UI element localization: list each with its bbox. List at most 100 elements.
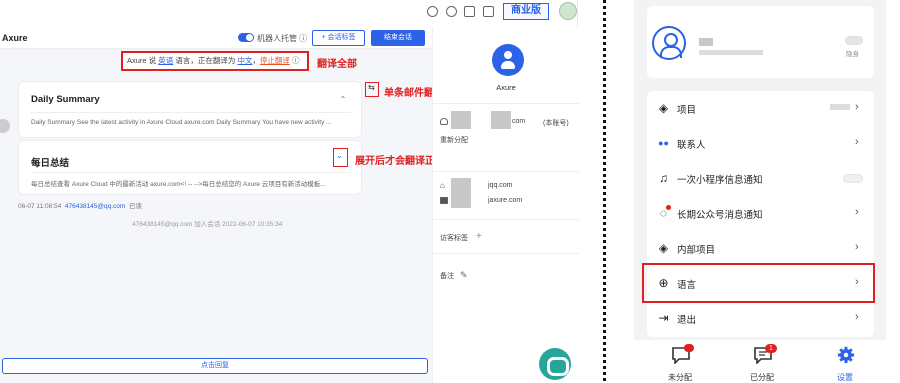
card-divider — [31, 112, 351, 113]
edit-note-icon[interactable]: ✎ — [460, 270, 468, 281]
contacts-icon: ●● — [658, 138, 669, 148]
menu-label: 内部项目 — [677, 245, 716, 256]
message-title: Daily Summary — [31, 94, 100, 105]
chevron-right-icon: › — [855, 206, 859, 218]
redacted-subtitle — [699, 50, 763, 55]
robot-toggle[interactable] — [238, 33, 254, 42]
info-divider — [433, 219, 579, 220]
mail-icon — [440, 197, 448, 204]
reassign-link[interactable]: 重新分配 — [440, 135, 468, 145]
bell-icon: ♫ — [659, 171, 668, 185]
badge — [684, 344, 694, 352]
document-icon[interactable] — [483, 6, 494, 17]
translate-prefix: Axure 说 — [127, 56, 159, 65]
copy-icon[interactable] — [464, 6, 475, 17]
menu-value — [830, 104, 850, 110]
red-dot — [666, 205, 671, 210]
translate-single-button[interactable]: ⇆ — [365, 82, 379, 97]
translation-bar: Axure 说 英语 语言，正在翻译为 中文，停止翻译 ⓘ — [121, 51, 309, 71]
tab-label: 未分配 — [668, 373, 692, 382]
account-suffix: com — [512, 118, 526, 125]
layers-icon: ◈ — [658, 241, 669, 255]
translate-sep: ， — [252, 56, 260, 65]
layers-icon: ◈ — [658, 101, 669, 115]
clock-icon[interactable] — [427, 6, 438, 17]
redacted-email1 — [451, 178, 471, 190]
chat-pane: Axure 机器人托管 ⓘ + 会话标签 结束会话 Daily Summary … — [0, 27, 432, 383]
email-2: jaxure.com — [488, 197, 523, 204]
info-icon: ⓘ — [289, 56, 300, 65]
message-time: 06-07 11:08:54 — [18, 203, 62, 210]
menu-label: 项目 — [677, 105, 697, 116]
menu-item-projects[interactable]: ◈ 项目 › — [647, 91, 874, 126]
info-divider — [433, 171, 579, 172]
tab-settings[interactable]: 设置 — [820, 344, 870, 382]
menu-item-miniprogram-notify[interactable]: ♫ 一次小程序信息通知 — [647, 161, 874, 196]
system-notice: 476438145@qq.com 加入会话 2022-06-07 10:35:3… — [132, 221, 283, 228]
chevron-updown-icon: ⌄ — [336, 151, 343, 160]
translate-middle: 语言，正在翻译为 — [173, 56, 238, 65]
redacted-name — [451, 111, 471, 129]
email-1: jqq.com — [488, 182, 513, 189]
stop-translate-link[interactable]: 停止翻译 — [260, 56, 290, 65]
bottom-tabbar: 未分配 1 已分配 设置 — [634, 340, 886, 383]
user-avatar[interactable] — [559, 2, 577, 20]
tab-unassigned[interactable]: 未分配 — [655, 344, 705, 382]
notify-toggle[interactable] — [843, 174, 863, 183]
contrast-icon[interactable] — [446, 6, 457, 17]
tab-label: 已分配 — [750, 373, 774, 382]
source-language-link[interactable]: 英语 — [158, 56, 173, 65]
contact-info-pane: Axure com (本账号) 重新分配 ⌂ jqq.com jaxure.co… — [432, 27, 579, 383]
menu-item-logout[interactable]: ⇥ 退出 › — [647, 301, 874, 336]
redacted-name — [699, 38, 713, 46]
message-body: Daily Summary See the latest activity in… — [31, 119, 332, 126]
location-icon: ⌂ — [440, 181, 445, 190]
chevron-right-icon: › — [855, 311, 859, 323]
chevron-updown-icon[interactable]: ⌃ — [337, 94, 349, 106]
menu-item-official-account-notify[interactable]: ◌ 长期公众号消息通知 › — [647, 196, 874, 231]
language-highlight — [642, 263, 875, 303]
robot-label: 机器人托管 ⓘ — [257, 34, 308, 43]
redacted-account — [491, 111, 511, 129]
chat-title: Axure — [2, 33, 28, 43]
menu-item-internal-projects[interactable]: ◈ 内部项目 › — [647, 231, 874, 266]
menu-label: 长期公众号消息通知 — [677, 210, 763, 221]
logout-icon: ⇥ — [658, 311, 669, 325]
info-divider — [433, 253, 579, 254]
target-language-link[interactable]: 中文 — [237, 56, 252, 65]
menu-label: 退出 — [677, 315, 697, 326]
message-card-translated: 每日总结 每日总结查看 Axure Cloud 中的最新活动 axure.com… — [18, 140, 362, 195]
end-session-button[interactable]: 结束会话 — [371, 30, 425, 46]
annotation-translate-all: 翻译全部 — [317, 59, 357, 70]
visitor-tag-label: 访客标签 — [440, 235, 468, 242]
message-title-translated: 每日总结 — [31, 158, 70, 169]
account-tag: (本账号) — [543, 120, 569, 127]
menu-label: 联系人 — [677, 140, 706, 151]
card-divider — [31, 172, 351, 173]
tab-assigned[interactable]: 1 已分配 — [737, 344, 787, 382]
chat-support-button[interactable] — [539, 348, 571, 380]
message-meta: 06-07 11:08:54 476438145@qq.com 已读 — [18, 200, 142, 210]
reply-button[interactable]: 点击回复 — [2, 358, 428, 374]
desktop-app: 商业版 Axure 机器人托管 ⓘ + 会话标签 结束会话 Daily Summ… — [0, 0, 579, 383]
chevron-right-icon: › — [855, 241, 859, 253]
top-toolbar: 商业版 — [0, 0, 578, 24]
menu-label: 一次小程序信息通知 — [677, 175, 763, 186]
tab-label: 设置 — [837, 373, 853, 382]
dotted-separator — [603, 0, 606, 383]
sender-email[interactable]: 476438145@qq.com — [65, 203, 125, 210]
badge-count: 1 — [765, 344, 777, 353]
plan-button[interactable]: 商业版 — [503, 3, 549, 20]
expand-button[interactable]: ⌄ — [333, 148, 348, 167]
profile-avatar[interactable] — [652, 26, 686, 60]
menu-item-contacts[interactable]: ●● 联系人 › — [647, 126, 874, 161]
info-divider — [433, 103, 579, 104]
translate-icon: ⇆ — [368, 83, 375, 92]
contact-avatar — [0, 119, 10, 133]
invisible-toggle[interactable] — [845, 36, 863, 45]
gear-icon — [837, 346, 855, 364]
add-session-tag-button[interactable]: + 会话标签 — [312, 30, 365, 46]
add-visitor-tag-button[interactable]: + — [476, 231, 482, 242]
read-status: 已读 — [128, 203, 142, 210]
chevron-right-icon: › — [855, 136, 859, 148]
